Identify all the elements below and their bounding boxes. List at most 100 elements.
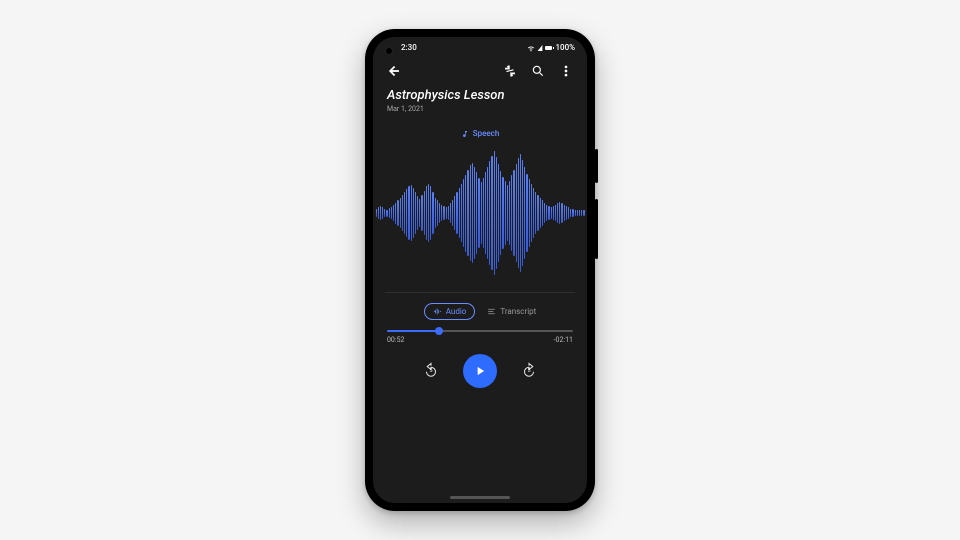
- waveform-bar: [397, 200, 398, 225]
- waveform-bar: [465, 175, 466, 252]
- waveform-bar: [406, 189, 407, 237]
- battery-icon: [545, 46, 552, 50]
- waveform-bar: [564, 205, 565, 222]
- nav-handle[interactable]: [450, 496, 510, 499]
- music-note-icon: [461, 130, 469, 138]
- waveform-bar: [415, 192, 416, 234]
- waveform-bar: [439, 203, 440, 223]
- waveform-bar: [524, 167, 525, 259]
- forward-seconds: 5: [527, 368, 530, 374]
- play-button[interactable]: [463, 354, 497, 388]
- play-icon: [473, 364, 487, 378]
- volume-button: [595, 199, 598, 259]
- waveform-bar: [575, 210, 576, 216]
- waveform-bar: [426, 186, 427, 239]
- waveform-bar: [435, 198, 436, 229]
- waveform-bar: [456, 192, 457, 234]
- waveform-bar: [491, 156, 492, 271]
- waveform-bar: [446, 207, 447, 218]
- waveform-bar: [496, 157, 497, 269]
- waveform-bar: [424, 191, 425, 236]
- waveform-bar: [561, 203, 562, 223]
- front-camera: [385, 47, 393, 55]
- waveform-bar: [509, 181, 510, 245]
- crop-button[interactable]: [501, 62, 519, 80]
- waveform-bar: [548, 206, 549, 220]
- waveform-bar: [544, 203, 545, 223]
- waveform-bar: [581, 210, 582, 216]
- waveform-bar: [400, 198, 401, 229]
- forward-button[interactable]: 5: [519, 361, 539, 381]
- waveform-bar: [470, 165, 471, 260]
- search-button[interactable]: [529, 62, 547, 80]
- waveform-bar: [391, 207, 392, 220]
- waveform-area[interactable]: [373, 138, 587, 288]
- waveform-bar: [529, 179, 530, 246]
- battery-pct: 100%: [555, 43, 575, 52]
- waveform-bar: [402, 195, 403, 231]
- waveform-bar: [450, 203, 451, 223]
- waveform-bar: [570, 209, 571, 217]
- waveform-bar: [487, 167, 488, 259]
- waveform-bar: [408, 186, 409, 239]
- waveform-bar: [516, 164, 517, 262]
- waveform-bar: [376, 209, 377, 217]
- overflow-button[interactable]: [557, 62, 575, 80]
- speech-chip[interactable]: Speech: [373, 129, 587, 138]
- transcript-icon: [487, 307, 496, 316]
- waveform-bar: [417, 196, 418, 230]
- waveform-bar: [551, 207, 552, 218]
- back-button[interactable]: [385, 62, 403, 80]
- waveform-bar: [454, 196, 455, 230]
- waveform-bar: [476, 172, 477, 253]
- tab-transcript-label: Transcript: [500, 307, 536, 316]
- waveform-bar: [542, 200, 543, 225]
- waveform-bar: [537, 195, 538, 231]
- waveform-bar: [404, 192, 405, 234]
- waveform-bar: [572, 209, 573, 217]
- waveform-bar: [531, 184, 532, 243]
- rewind-button[interactable]: 5: [421, 361, 441, 381]
- waveform-bar: [546, 205, 547, 222]
- waveform-bar: [382, 207, 383, 218]
- signal-icon: [538, 45, 543, 51]
- waveform-bar: [520, 154, 521, 272]
- rewind-seconds: 5: [429, 368, 432, 374]
- seek-bar[interactable]: 00:52 -02:11: [373, 328, 587, 344]
- waveform-bar: [430, 186, 431, 239]
- waveform-bar: [500, 171, 501, 255]
- recording-date: Mar 1, 2021: [387, 105, 573, 113]
- waveform-bar: [378, 207, 379, 218]
- tab-audio-label: Audio: [446, 307, 467, 316]
- waveform-bar: [518, 158, 519, 267]
- waveform-bar: [577, 210, 578, 216]
- status-time: 2:30: [401, 43, 417, 52]
- waveform-bar: [432, 192, 433, 234]
- phone-frame: 2:30 100%: [365, 29, 595, 511]
- waveform-bar: [533, 188, 534, 238]
- waveform-bar: [522, 160, 523, 266]
- waveform-bar: [380, 206, 381, 220]
- waveform-bar: [566, 206, 567, 220]
- waveform-bar: [467, 170, 468, 257]
- time-elapsed: 00:52: [387, 336, 404, 344]
- waveform-bar: [461, 184, 462, 243]
- waveform-bar: [472, 163, 473, 264]
- waveform-bar: [421, 195, 422, 231]
- speech-label: Speech: [473, 129, 500, 138]
- screen: 2:30 100%: [373, 37, 587, 503]
- waveform-bar: [526, 174, 527, 252]
- waveform-bar: [555, 205, 556, 222]
- waveform-bar: [579, 210, 580, 216]
- playback-controls: 5 5: [373, 354, 587, 388]
- tab-audio[interactable]: Audio: [424, 303, 476, 320]
- waveform-bar: [413, 188, 414, 238]
- waveform-bar: [485, 172, 486, 253]
- waveform-bar: [513, 170, 514, 257]
- waveform-bar: [437, 200, 438, 225]
- waveform-bar: [384, 209, 385, 217]
- waveform-bar: [559, 202, 560, 224]
- waveform-bar: [428, 184, 429, 243]
- tab-transcript[interactable]: Transcript: [487, 307, 536, 316]
- waveform-bar: [459, 188, 460, 238]
